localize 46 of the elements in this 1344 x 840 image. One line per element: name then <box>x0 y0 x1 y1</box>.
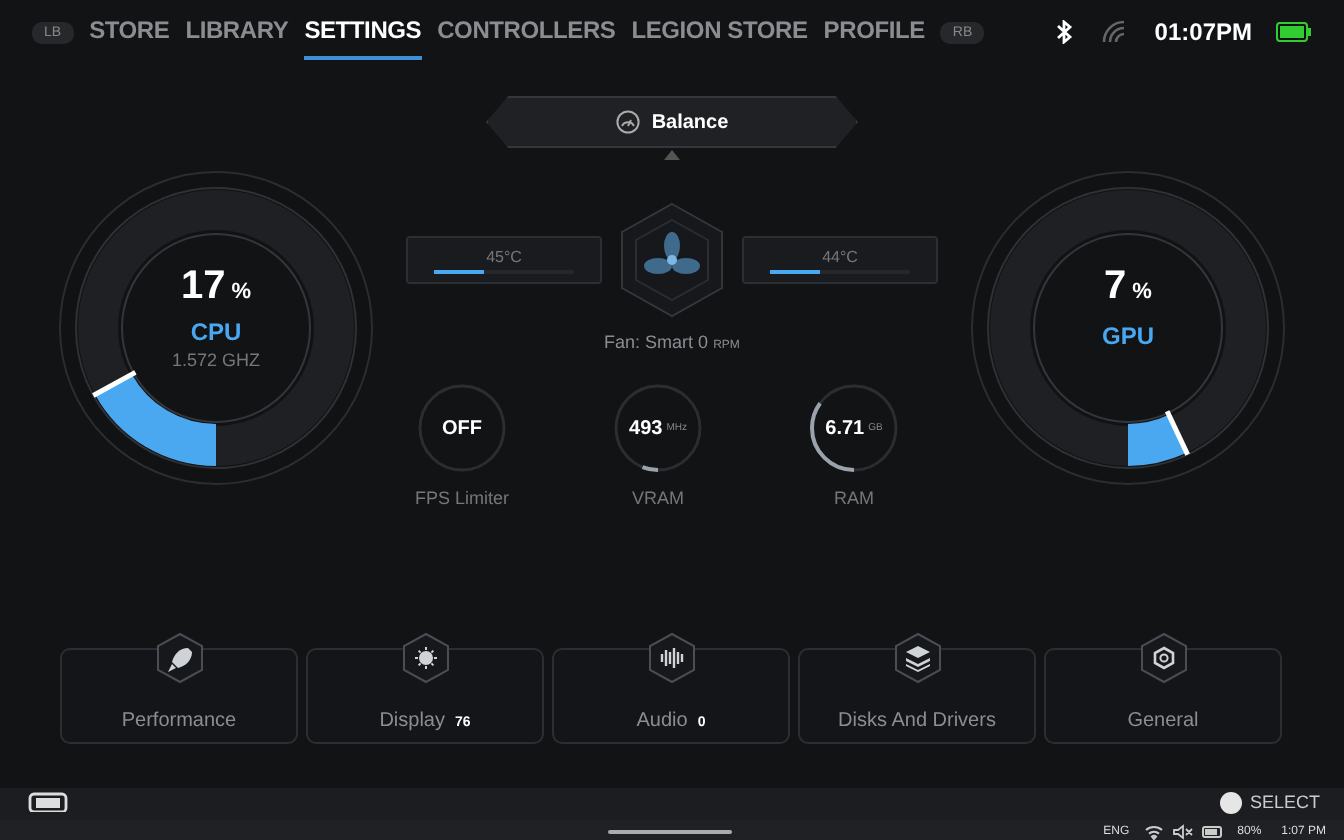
stat-label: FPS Limiter <box>414 488 509 508</box>
bluetooth-icon <box>1054 20 1075 44</box>
hexagon-nut-icon <box>1139 632 1187 684</box>
sun-icon <box>401 632 449 684</box>
nav-tab[interactable]: CONTROLLERS <box>437 4 616 60</box>
nav-tab[interactable]: LEGION STORE <box>631 4 808 60</box>
speedometer-icon <box>615 110 640 134</box>
temperature-reading: 45°C <box>486 247 522 265</box>
gauge-label: GPU <box>1101 322 1154 350</box>
category-card[interactable]: Performance <box>60 648 298 744</box>
fan-status: Fan: Smart 0 <box>604 332 709 352</box>
wifi-signal-icon <box>1102 20 1127 44</box>
performance-mode-button[interactable]: Balance <box>486 96 858 148</box>
stat-label: VRAM <box>631 488 684 508</box>
stat-ring <box>806 380 902 476</box>
button-icon <box>1219 792 1242 814</box>
temperature-reading: 44°C <box>822 247 858 265</box>
clock-speed: 1.572 GHZ <box>171 350 261 370</box>
nav-tab[interactable]: SETTINGS <box>304 4 422 60</box>
battery-icon <box>1276 22 1312 42</box>
muted-speaker-icon[interactable] <box>1171 824 1194 840</box>
stat-ring <box>414 380 510 476</box>
category-card[interactable]: General <box>1044 648 1282 744</box>
percent-unit: % <box>231 280 252 304</box>
fan-icon <box>618 200 726 320</box>
nav-tab[interactable]: LIBRARY <box>185 4 289 60</box>
stat-label: RAM <box>834 488 874 508</box>
nav-tab[interactable]: STORE <box>89 4 170 60</box>
waveform-icon <box>647 632 695 684</box>
select-hint: SELECT <box>1249 792 1320 812</box>
gauge-label: CPU <box>190 318 242 346</box>
category-card[interactable]: Disks And Drivers <box>798 648 1036 744</box>
controller-icon <box>28 792 68 812</box>
wifi-icon[interactable] <box>1143 824 1164 840</box>
percent-unit: % <box>1132 280 1152 304</box>
stat-ring <box>610 380 706 476</box>
stat-value: 6.71 <box>825 417 865 439</box>
usage-value: 17 <box>180 264 226 310</box>
stat-value: OFF <box>442 417 482 439</box>
usage-value: 7 <box>1104 264 1127 310</box>
needle-mark <box>92 370 137 398</box>
battery-icon[interactable] <box>1201 826 1224 838</box>
nav-tab[interactable]: PROFILE <box>823 4 925 60</box>
stat-value: 493 <box>629 417 663 439</box>
needle-mark <box>1164 410 1190 456</box>
clock: 01:07PM <box>1154 18 1252 46</box>
